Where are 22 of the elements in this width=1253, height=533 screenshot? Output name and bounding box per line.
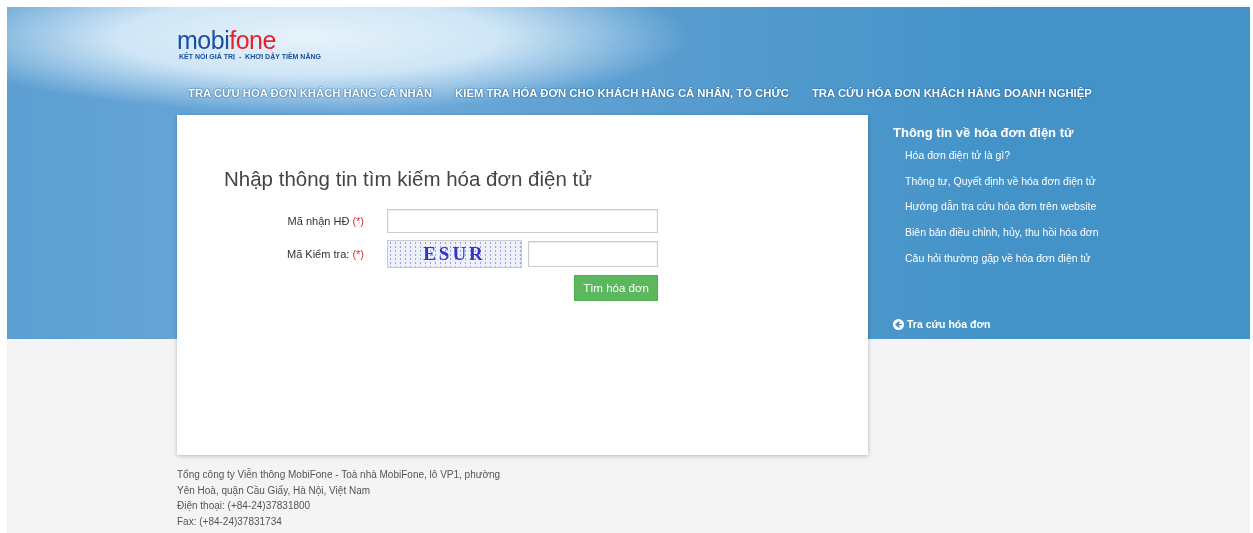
logo[interactable]: mobifone (177, 28, 276, 52)
footer-text: Tổng công ty Viễn thông MobiFone - Toà nhà MobiFone, lô VP1, phường Yên Hoà, quận Cầu Giấy, Hà Nội, Việt Nam (177, 467, 502, 498)
sidebar-link[interactable]: Biên bản điều chỉnh, hủy, thu hồi hóa đơn (905, 226, 1099, 252)
nav-link[interactable]: KIỂM TRA HÓA ĐƠN CHO KHÁCH HÀNG CÁ NHÂN, TỔ CHỨC (455, 87, 789, 115)
search-button[interactable]: Tìm hóa đơn (574, 275, 658, 301)
captcha-image: ESUR (387, 240, 522, 268)
captcha-field[interactable] (528, 241, 658, 267)
sidebar-link[interactable]: Hướng dẫn tra cứu hóa đơn trên website (905, 200, 1097, 227)
sidebar-link[interactable]: Câu hỏi thường gặp về hóa đơn điện tử (905, 251, 1091, 278)
input-field[interactable] (387, 209, 658, 233)
nav-link[interactable]: TRA CỨU HÓA ĐƠN KHÁCH HÀNG CÁ NHÂN (188, 87, 433, 115)
form-title: Nhập thông tin tìm kiếm hóa đơn điện tử (224, 167, 593, 191)
sidebar-link[interactable]: Hóa đơn điện tử là gì? (905, 149, 1010, 175)
field-label: Mã nhận HĐ (*) (286, 215, 364, 227)
sidebar-title: Thông tin về hóa đơn điện tử (893, 125, 1074, 140)
footer-text: Fax: (+84-24)37831734 (177, 514, 283, 529)
back-link[interactable]: Tra cứu hóa đơn (893, 318, 991, 330)
nav-link[interactable]: TRA CỨU HÓA ĐƠN KHÁCH HÀNG DOANH NGHIỆP (811, 87, 1092, 115)
sidebar-link[interactable]: Thông tư, Quyết định về hóa đơn điện tử (905, 174, 1096, 201)
footer-text: Điện thoại: (+84-24)37831800 (177, 499, 312, 513)
circle-arrow-left-icon (893, 318, 904, 330)
field-label: Mã Kiểm tra: (*) (286, 248, 364, 260)
